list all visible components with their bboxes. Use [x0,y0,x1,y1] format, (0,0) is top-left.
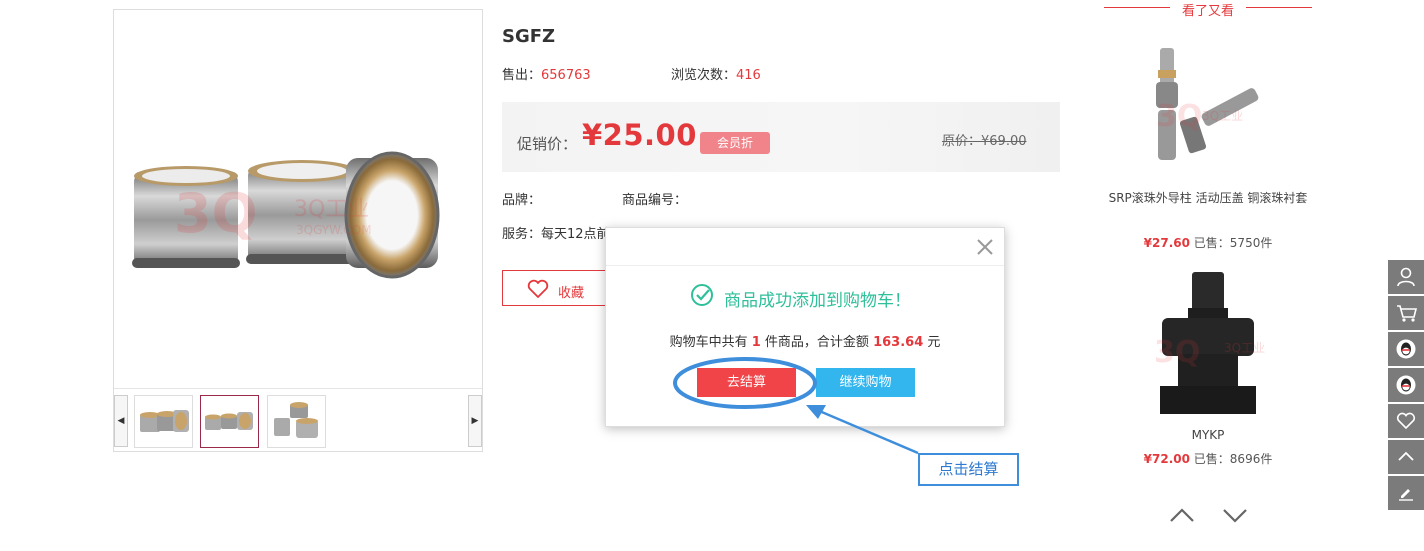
sold-count: 售出：656763 [502,64,591,83]
item-count: 1 [751,335,761,350]
related-item-sold-label: 已售： [1193,452,1230,466]
divider [1246,7,1312,8]
favorite-label: 收藏 [558,286,585,301]
heart-icon [527,279,549,303]
svg-text:3Q: 3Q [1156,99,1202,134]
sold-label: 售出： [502,68,542,83]
divider [1104,7,1170,8]
related-item-price-row: ¥72.00 已售：8696件 [1104,450,1312,467]
view-count: 浏览次数：416 [671,64,761,83]
thumbnail-2[interactable] [200,395,259,448]
thumb-prev-button[interactable]: ◀ [114,395,128,447]
user-icon[interactable] [1388,260,1424,294]
related-item-image[interactable]: 3Q 3Q工业 [1104,266,1312,422]
check-circle-icon [690,283,714,311]
product-title: SGFZ [502,26,556,47]
success-message: 商品成功添加到购物车！ [724,291,911,311]
original-price: 原价：¥69.00 [942,134,1027,149]
svg-text:3Q: 3Q [174,182,257,245]
thumbnail-3[interactable] [267,395,326,448]
related-title: 看了又看 [1181,4,1234,19]
thumbnail-1[interactable] [134,395,193,448]
thumb-next-button[interactable]: ▶ [468,395,482,447]
related-item-name[interactable]: MYKP [1104,426,1312,445]
related-item-price-row: ¥27.60 已售：5750件 [1104,234,1312,251]
favorite-button[interactable]: 收藏 [502,270,612,306]
close-icon[interactable] [974,236,996,258]
service-text: 服务：每天12点前下单，当天发货 [502,227,612,242]
svg-text:3Q工业: 3Q工业 [1202,109,1243,123]
annotation-overlay [673,357,919,455]
summary-suffix: 元 [927,335,941,350]
total-amount: 163.64 [873,335,924,350]
cart-icon[interactable] [1388,296,1424,330]
dialog-header [606,228,1004,266]
heart-icon[interactable] [1388,404,1424,438]
brand-label: 品牌： [502,193,542,208]
svg-text:3Q工业: 3Q工业 [1224,341,1265,355]
edit-icon[interactable] [1388,476,1424,510]
related-item-sold: 8696件 [1229,452,1273,466]
promo-price-label: 促销价： [517,135,578,153]
annotation-callout: 点击结算 [918,453,1019,486]
sold-value: 656763 [541,68,591,83]
side-toolbar [1388,260,1424,512]
product-main-image[interactable]: 3Q 3Q工业 3QGYW.COM [114,10,482,388]
cart-summary: 购物车中共有 1 件商品，合计金额 163.64 元 [606,331,1004,350]
back-to-top-icon[interactable] [1388,440,1424,474]
related-header: 看了又看 [1104,0,1312,19]
svg-text:3Q: 3Q [1154,335,1200,370]
related-item-image[interactable]: 3Q 3Q工业 [1104,40,1312,170]
related-item-sold: 5750件 [1229,236,1273,250]
thumbnail-strip: ◀ ▶ [114,388,482,451]
views-label: 浏览次数： [671,68,737,83]
related-item-sold-label: 已售： [1193,236,1230,250]
summary-mid: 件商品，合计金额 [764,335,869,350]
svg-text:3QGYW.COM: 3QGYW.COM [296,223,372,237]
svg-text:3Q工业: 3Q工业 [294,197,369,222]
related-item-price: ¥27.60 [1143,236,1190,250]
sku-label: 商品编号： [622,193,688,208]
qq-icon[interactable] [1388,368,1424,402]
price-panel: 促销价： ¥25.00 会员折 原价：¥69.00 [502,102,1060,172]
related-item-price: ¥72.00 [1143,452,1190,466]
related-item-name[interactable]: SRP滚珠外导柱 活动压盖 铜滚珠衬套 [1104,189,1312,208]
member-discount-badge[interactable]: 会员折 [700,132,770,154]
chevron-down-icon[interactable] [1221,506,1249,528]
product-gallery: 3Q 3Q工业 3QGYW.COM ◀ ▶ [113,9,483,452]
views-value: 416 [736,68,761,83]
summary-prefix: 购物车中共有 [669,335,748,350]
promo-price: ¥25.00 [582,118,697,152]
chevron-up-icon[interactable] [1168,506,1196,528]
qq-icon[interactable] [1388,332,1424,366]
